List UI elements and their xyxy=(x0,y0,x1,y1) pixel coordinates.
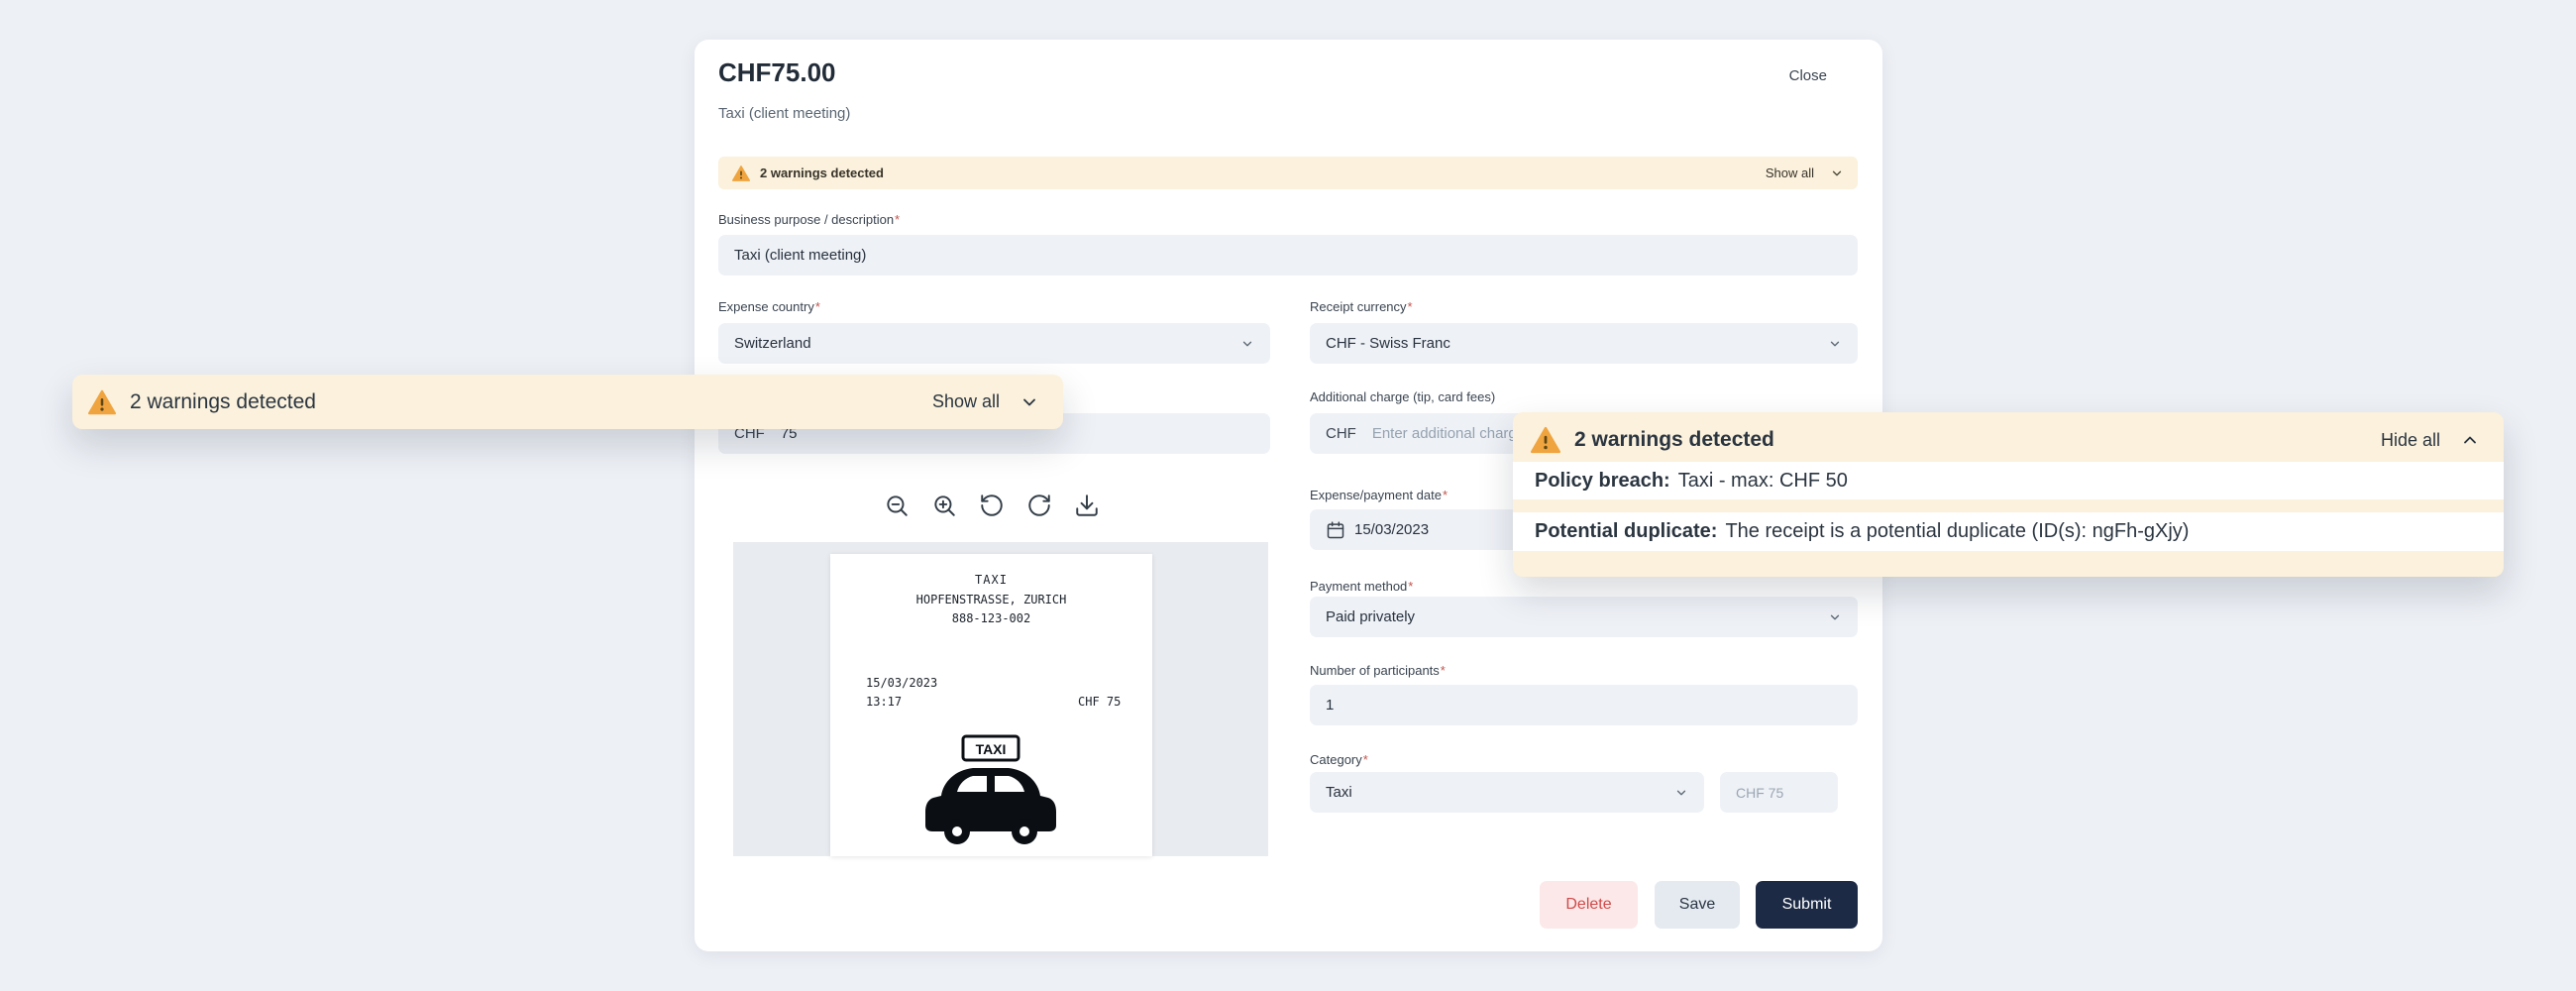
required-mark: * xyxy=(1443,488,1448,502)
chevron-up-icon[interactable] xyxy=(2460,430,2480,450)
chevron-down-icon xyxy=(1828,337,1842,351)
required-mark: * xyxy=(815,299,820,314)
warnings-banner: 2 warnings detected Show all xyxy=(718,157,1858,189)
download-icon[interactable] xyxy=(1069,488,1105,523)
warning-item-label: Policy breach: xyxy=(1535,470,1670,493)
expense-country-label: Expense country* xyxy=(718,299,820,314)
expense-amount-title: CHF75.00 xyxy=(718,57,836,88)
category-select[interactable]: Taxi xyxy=(1310,772,1704,813)
participants-label: Number of participants* xyxy=(1310,663,1446,678)
chevron-down-icon[interactable] xyxy=(1830,166,1844,180)
required-mark: * xyxy=(895,212,900,227)
zoom-out-icon[interactable] xyxy=(879,488,914,523)
receipt-amount: CHF 75 xyxy=(1078,695,1121,709)
hide-all-link[interactable]: Hide all xyxy=(2375,429,2446,452)
receipt-date: 15/03/2023 xyxy=(866,676,937,690)
rotate-right-icon[interactable] xyxy=(1021,488,1057,523)
rotate-left-icon[interactable] xyxy=(974,488,1010,523)
warnings-banner-text: 2 warnings detected xyxy=(760,165,884,180)
page: CHF75.00 Close Taxi (client meeting) 2 w… xyxy=(0,0,2576,991)
delete-button[interactable]: Delete xyxy=(1540,881,1638,929)
chevron-down-icon xyxy=(1674,786,1688,800)
receipt-currency-select[interactable]: CHF - Swiss Franc xyxy=(1310,323,1858,364)
warnings-panel-title: 2 warnings detected xyxy=(1574,428,1774,452)
warning-popover: 2 warnings detected Show all xyxy=(72,375,1063,429)
receipt-currency-label: Receipt currency* xyxy=(1310,299,1413,314)
category-label: Category* xyxy=(1310,752,1368,767)
warnings-panel-header: 2 warnings detected Hide all xyxy=(1531,422,2480,458)
category-amount-chip: CHF 75 xyxy=(1720,772,1838,813)
receipt-currency-value: CHF - Swiss Franc xyxy=(1326,335,1450,352)
expense-date-label: Expense/payment date* xyxy=(1310,488,1448,502)
payment-method-select[interactable]: Paid privately xyxy=(1310,597,1858,637)
receipt-time: 13:17 xyxy=(866,695,902,709)
receipt-toolbar xyxy=(879,488,1105,523)
expense-subtitle: Taxi (client meeting) xyxy=(718,105,850,122)
chevron-down-icon xyxy=(1828,610,1842,624)
warning-icon xyxy=(1531,425,1560,455)
expense-country-select[interactable]: Switzerland xyxy=(718,323,1270,364)
required-mark: * xyxy=(1408,579,1413,594)
warning-item-potential-duplicate: Potential duplicate: The receipt is a po… xyxy=(1513,512,2504,551)
receipt-phone: 888-123-002 xyxy=(830,611,1152,625)
currency-prefix: CHF xyxy=(1326,425,1356,442)
payment-method-label: Payment method* xyxy=(1310,579,1413,594)
save-button[interactable]: Save xyxy=(1655,881,1740,929)
calendar-icon xyxy=(1326,520,1345,540)
warning-item-policy-breach: Policy breach: Taxi - max: CHF 50 xyxy=(1513,462,2504,499)
business-purpose-value: Taxi (client meeting) xyxy=(734,247,866,264)
participants-value: 1 xyxy=(1326,697,1334,714)
warning-popover-text: 2 warnings detected xyxy=(130,390,316,414)
warnings-panel: 2 warnings detected Hide all Policy brea… xyxy=(1513,412,2504,577)
additional-charge-label: Additional charge (tip, card fees) xyxy=(1310,389,1495,404)
taxi-icon: TAXI xyxy=(921,734,1060,853)
business-purpose-input[interactable]: Taxi (client meeting) xyxy=(718,235,1858,275)
required-mark: * xyxy=(1408,299,1413,314)
additional-charge-placeholder: Enter additional charge xyxy=(1372,425,1525,442)
warning-item-text: The receipt is a potential duplicate (ID… xyxy=(1725,520,2189,543)
business-purpose-label: Business purpose / description* xyxy=(718,212,900,227)
required-mark: * xyxy=(1363,752,1368,767)
warning-icon xyxy=(732,165,750,182)
payment-method-value: Paid privately xyxy=(1326,608,1415,625)
zoom-in-icon[interactable] xyxy=(926,488,962,523)
participants-input[interactable]: 1 xyxy=(1310,685,1858,725)
chevron-down-icon xyxy=(1240,337,1254,351)
category-value: Taxi xyxy=(1326,784,1352,801)
receipt-image: TAXI HOPFENSTRASSE, ZURICH 888-123-002 1… xyxy=(830,554,1152,856)
chevron-down-icon[interactable] xyxy=(1020,392,1039,412)
submit-button[interactable]: Submit xyxy=(1756,881,1858,929)
warning-icon xyxy=(88,388,116,416)
expense-country-value: Switzerland xyxy=(734,335,811,352)
svg-text:TAXI: TAXI xyxy=(976,741,1007,757)
receipt-preview-area: TAXI HOPFENSTRASSE, ZURICH 888-123-002 1… xyxy=(733,542,1268,856)
warning-item-label: Potential duplicate: xyxy=(1535,520,1717,543)
receipt-address: HOPFENSTRASSE, ZURICH xyxy=(830,593,1152,606)
expense-date-value: 15/03/2023 xyxy=(1354,521,1429,538)
required-mark: * xyxy=(1441,663,1446,678)
warning-item-text: Taxi - max: CHF 50 xyxy=(1678,470,1848,493)
receipt-merchant: TAXI xyxy=(830,573,1152,587)
show-all-link[interactable]: Show all xyxy=(1760,165,1820,181)
show-all-link[interactable]: Show all xyxy=(926,390,1006,413)
close-button[interactable]: Close xyxy=(1789,67,1827,84)
